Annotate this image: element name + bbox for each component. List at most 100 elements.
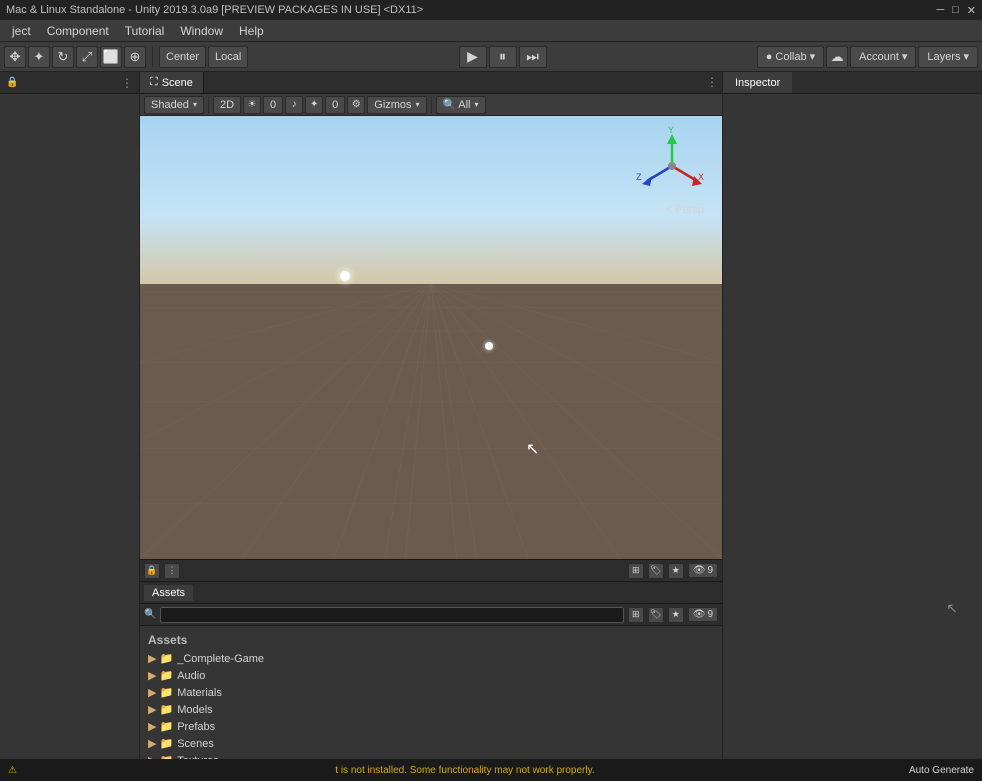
list-item[interactable]: ▶ 📁 Textures [140,752,722,759]
assets-filter-icon[interactable]: ⊞ [628,607,644,623]
assets-search-input[interactable] [160,607,623,623]
account-dropdown-icon: ▾ [902,50,908,63]
title-bar: Mac & Linux Standalone - Unity 2019.3.0a… [0,0,982,20]
scene-tab-menu-icon[interactable]: ⋮ [706,75,718,89]
scene-tab-label: Scene [162,77,193,89]
audio-count-label: 0 [270,99,276,111]
fav-count-label: 9 [707,609,713,620]
list-item[interactable]: ▶ 📁 Scenes [140,735,722,752]
tool-move[interactable]: ✦ [28,46,50,68]
scene-view-bottom: 🔒 ⋮ ⊞ 🏷 ★ 👁 9 [140,559,722,581]
scene-bottom-menu[interactable]: ⋮ [164,563,180,579]
scene-gizmo[interactable]: Y X Z [632,126,712,206]
layers-button[interactable]: Layers ▾ [918,46,978,68]
scene-star-icon[interactable]: ★ [668,563,684,579]
tool-hand[interactable]: ✥ [4,46,26,68]
scene-tag-icon[interactable]: 🏷 [648,563,664,579]
list-item[interactable]: ▶ 📁 _Complete-Game [140,650,722,667]
assets-tab[interactable]: Assets [144,585,193,601]
asset-name: Prefabs [177,721,215,733]
svg-text:Y: Y [668,126,674,135]
pause-button[interactable]: ⏸ [489,46,517,68]
left-sidebar: 🔒 ⋮ ⋮ [0,72,140,781]
account-button[interactable]: Account ▾ [850,46,916,68]
status-warning-text: t is not installed. Some functionality m… [335,765,594,776]
scene-audio-icon[interactable]: ♪ [285,96,303,114]
menu-item-project[interactable]: ject [4,22,39,40]
assets-star-icon[interactable]: ★ [668,607,684,623]
list-item[interactable]: ▶ 📁 Prefabs [140,718,722,735]
assets-fav-count: 👁 9 [688,607,718,622]
tool-transform[interactable]: ⊕ [124,46,146,68]
minimize-icon[interactable]: ─ [936,4,944,17]
asset-name: Audio [177,670,205,682]
gizmos-button[interactable]: Gizmos [367,96,426,114]
scene-settings-icon[interactable]: ⚙ [347,96,365,114]
assets-tab-bar: Assets [140,582,722,604]
tool-rect[interactable]: ⬜ [100,46,122,68]
effects-count-label: 0 [332,99,338,111]
tool-rotate[interactable]: ↻ [52,46,74,68]
assets-search-bar: 🔍 ⊞ 🏷 ★ 👁 9 [140,604,722,626]
asset-name: _Complete-Game [177,653,264,665]
pivot-mode-label: Center [166,51,199,63]
space-mode-button[interactable]: Local [208,46,248,68]
close-btn[interactable]: ✕ [967,4,976,17]
list-item[interactable]: ▶ 📁 Audio [140,667,722,684]
layers-dropdown-icon: ▾ [963,50,969,63]
sidebar-menu-icon[interactable]: ⋮ [121,76,133,90]
grid-overlay [140,284,722,559]
pivot-mode-button[interactable]: Center [159,46,206,68]
2d-toggle[interactable]: 2D [213,96,241,114]
sidebar-content [0,94,139,762]
scene-tab[interactable]: ⛶ Scene [140,72,204,93]
svg-text:Z: Z [636,172,642,182]
scene-audio-count[interactable]: 0 [263,96,283,114]
folder-icon: ▶ 📁 [148,703,173,716]
assets-tab-label: Assets [152,587,185,599]
gizmos-label: Gizmos [374,99,411,111]
scene-focus-point [485,342,493,350]
step-button[interactable]: ⏭ [519,46,547,68]
list-item[interactable]: ▶ 📁 Materials [140,684,722,701]
tool-scale[interactable]: ⤢ [76,46,98,68]
right-panel: Inspector ↖ [722,72,982,781]
scene-tab-icon: ⛶ [150,76,158,89]
toolbar: ✥ ✦ ↻ ⤢ ⬜ ⊕ Center Local ▶ ⏸ ⏭ ● Collab … [0,42,982,72]
search-all-button[interactable]: 🔍 All [436,96,486,114]
list-item[interactable]: ▶ 📁 Models [140,701,722,718]
collab-icon: ● [766,51,773,63]
inspector-tab[interactable]: Inspector [723,72,792,93]
fav-count-icon: 👁 [693,609,706,620]
scene-filter-icon[interactable]: ⊞ [628,563,644,579]
menu-item-window[interactable]: Window [172,22,231,40]
folder-icon: ▶ 📁 [148,720,173,733]
cloud-button[interactable]: ☁ [826,46,848,68]
folder-icon: ▶ 📁 [148,669,173,682]
scene-effects-count[interactable]: 0 [325,96,345,114]
folder-icon: ▶ 📁 [148,737,173,750]
scene-count-label: 9 [707,565,713,576]
body-layout: 🔒 ⋮ ⋮ ⛶ Scene ⋮ [0,72,982,781]
account-label: Account [859,51,899,63]
menu-item-component[interactable]: Component [39,22,117,40]
close-icon[interactable]: □ [952,4,959,17]
shading-mode-button[interactable]: Shaded [144,96,204,114]
directional-light [340,271,350,281]
layers-label: Layers [927,51,960,63]
collab-button[interactable]: ● Collab ▾ [757,46,824,68]
persp-label: < Persp [666,204,704,216]
toolbar-separator-1 [152,47,153,67]
inspector-tab-label: Inspector [735,77,780,89]
scene-lock-icon[interactable]: 🔒 [144,563,160,579]
menu-item-tutorial[interactable]: Tutorial [117,22,173,40]
scene-lighting-icon[interactable]: ☀ [243,96,261,114]
asset-name: Scenes [177,738,214,750]
scene-viewport[interactable]: Y X Z < Persp ↖ [140,116,722,559]
space-mode-label: Local [215,51,241,63]
menu-item-help[interactable]: Help [231,22,272,40]
title-controls: ─ □ ✕ [936,4,976,17]
scene-effects-icon[interactable]: ✦ [305,96,323,114]
play-button[interactable]: ▶ [459,46,487,68]
assets-tag-icon[interactable]: 🏷 [648,607,664,623]
